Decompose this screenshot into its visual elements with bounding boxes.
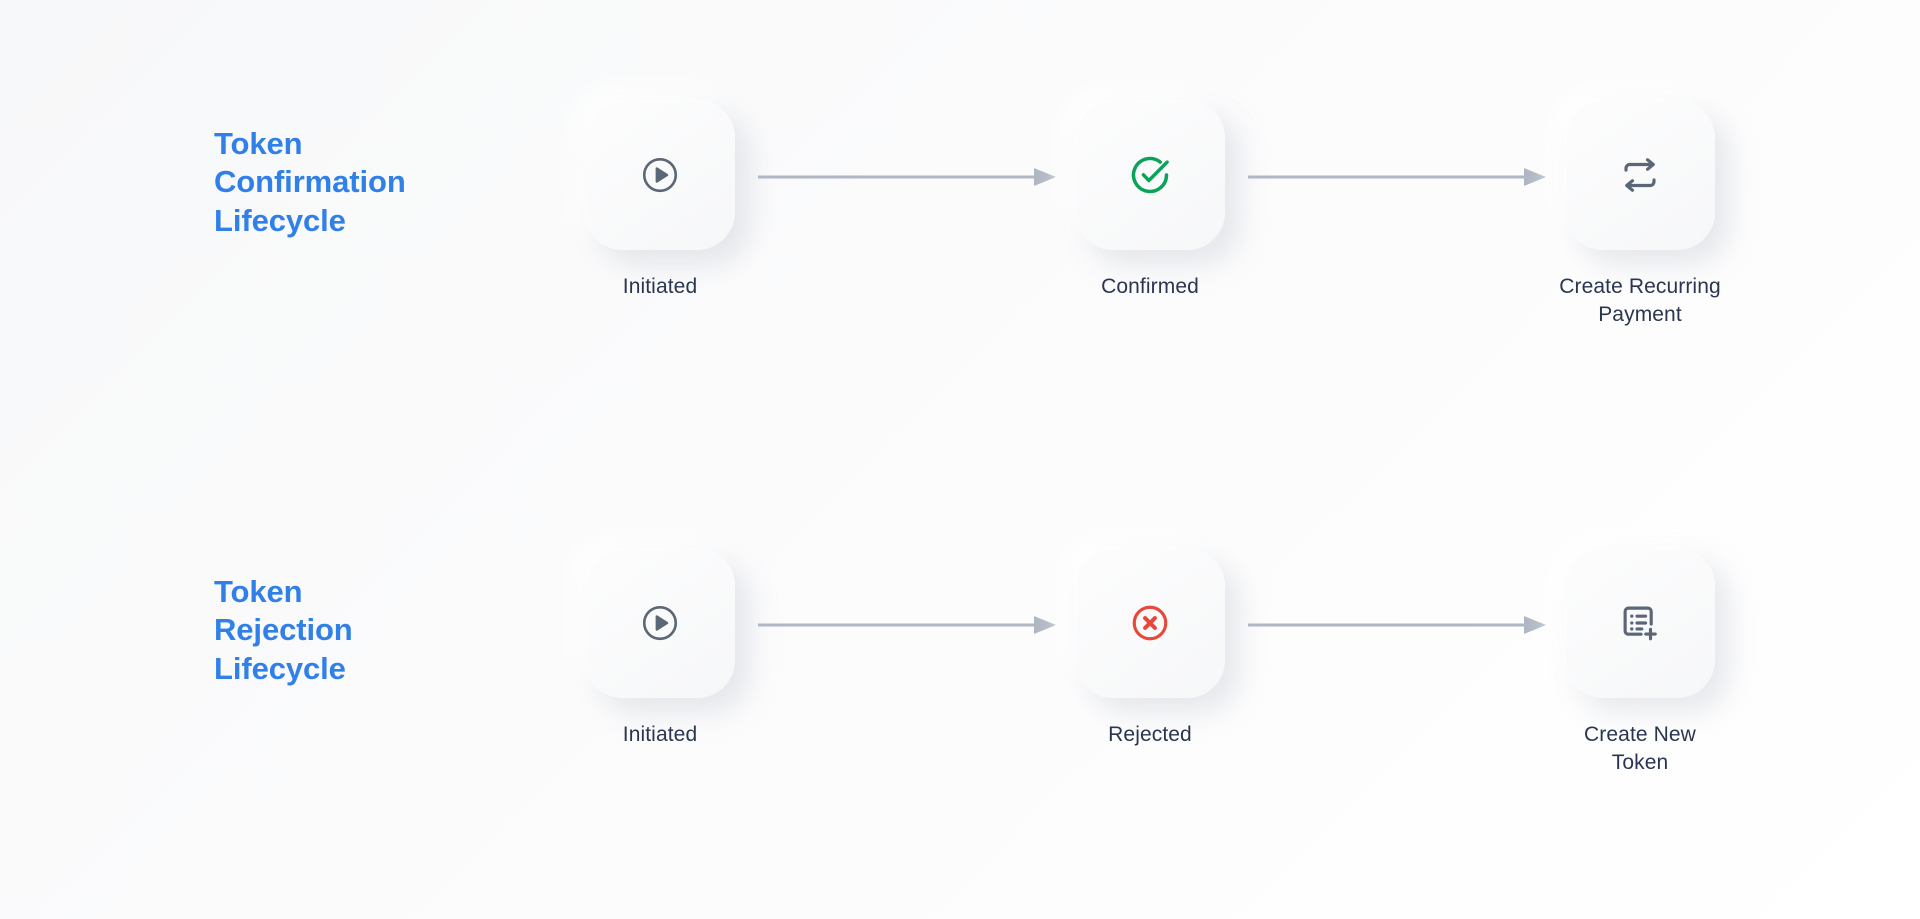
stage-initiated[interactable]: Initiated — [555, 548, 765, 749]
arrow-confirmed-to-recurring — [1248, 166, 1548, 188]
stage-confirmed[interactable]: Confirmed — [1045, 100, 1255, 301]
stage-create-recurring-payment[interactable]: Create Recurring Payment — [1535, 100, 1745, 329]
arrow-initiated-to-confirmed — [758, 166, 1058, 188]
check-circle-icon — [1128, 153, 1172, 197]
stage-initiated[interactable]: Initiated — [555, 100, 765, 301]
stage-caption-initiated: Initiated — [555, 273, 765, 301]
stage-card-initiated[interactable] — [585, 548, 735, 698]
stage-caption-create-new-token: Create New Token — [1535, 721, 1745, 777]
stage-card-create-new-token[interactable] — [1565, 548, 1715, 698]
play-circle-icon — [639, 602, 681, 644]
lifecycle-row-token-rejection: Token Rejection Lifecycle Initiated Reje… — [0, 548, 1920, 848]
arrow-rejected-to-new-token — [1248, 614, 1548, 636]
stage-caption-confirmed: Confirmed — [1045, 273, 1255, 301]
stage-rejected[interactable]: Rejected — [1045, 548, 1255, 749]
row-title-line: Rejection — [214, 612, 353, 648]
caption-line: Payment — [1598, 303, 1682, 327]
stage-caption-create-recurring-payment: Create Recurring Payment — [1535, 273, 1745, 329]
list-plus-icon — [1619, 602, 1661, 644]
x-circle-icon — [1129, 602, 1171, 644]
repeat-arrows-icon — [1619, 154, 1661, 196]
row-title-line: Lifecycle — [214, 202, 346, 238]
stage-card-create-recurring-payment[interactable] — [1565, 100, 1715, 250]
stage-card-rejected[interactable] — [1075, 548, 1225, 698]
lifecycle-row-token-confirmation: Token Confirmation Lifecycle Initiated C… — [0, 100, 1920, 400]
row-title-line: Lifecycle — [214, 650, 346, 686]
caption-line: Create Recurring — [1559, 275, 1721, 298]
caption-line: Initiated — [622, 275, 698, 298]
row-title-line: Confirmation — [214, 164, 406, 200]
row-title-token-rejection: Token Rejection Lifecycle — [214, 573, 514, 688]
arrow-initiated-to-rejected — [758, 614, 1058, 636]
caption-line: Initiated — [622, 723, 698, 746]
row-title-token-confirmation: Token Confirmation Lifecycle — [214, 125, 514, 240]
stage-card-initiated[interactable] — [585, 100, 735, 250]
caption-line: Confirmed — [1101, 275, 1199, 298]
stage-caption-rejected: Rejected — [1045, 721, 1255, 749]
row-title-line: Token — [214, 574, 303, 609]
diagram-canvas: Token Confirmation Lifecycle Initiated C… — [0, 0, 1920, 919]
caption-line: Create New — [1584, 723, 1696, 746]
stage-card-confirmed[interactable] — [1075, 100, 1225, 250]
caption-line: Token — [1611, 751, 1669, 775]
stage-caption-initiated: Initiated — [555, 721, 765, 749]
row-title-line: Token — [214, 126, 303, 161]
stage-create-new-token[interactable]: Create New Token — [1535, 548, 1745, 777]
play-circle-icon — [639, 154, 681, 196]
caption-line: Rejected — [1108, 723, 1192, 746]
